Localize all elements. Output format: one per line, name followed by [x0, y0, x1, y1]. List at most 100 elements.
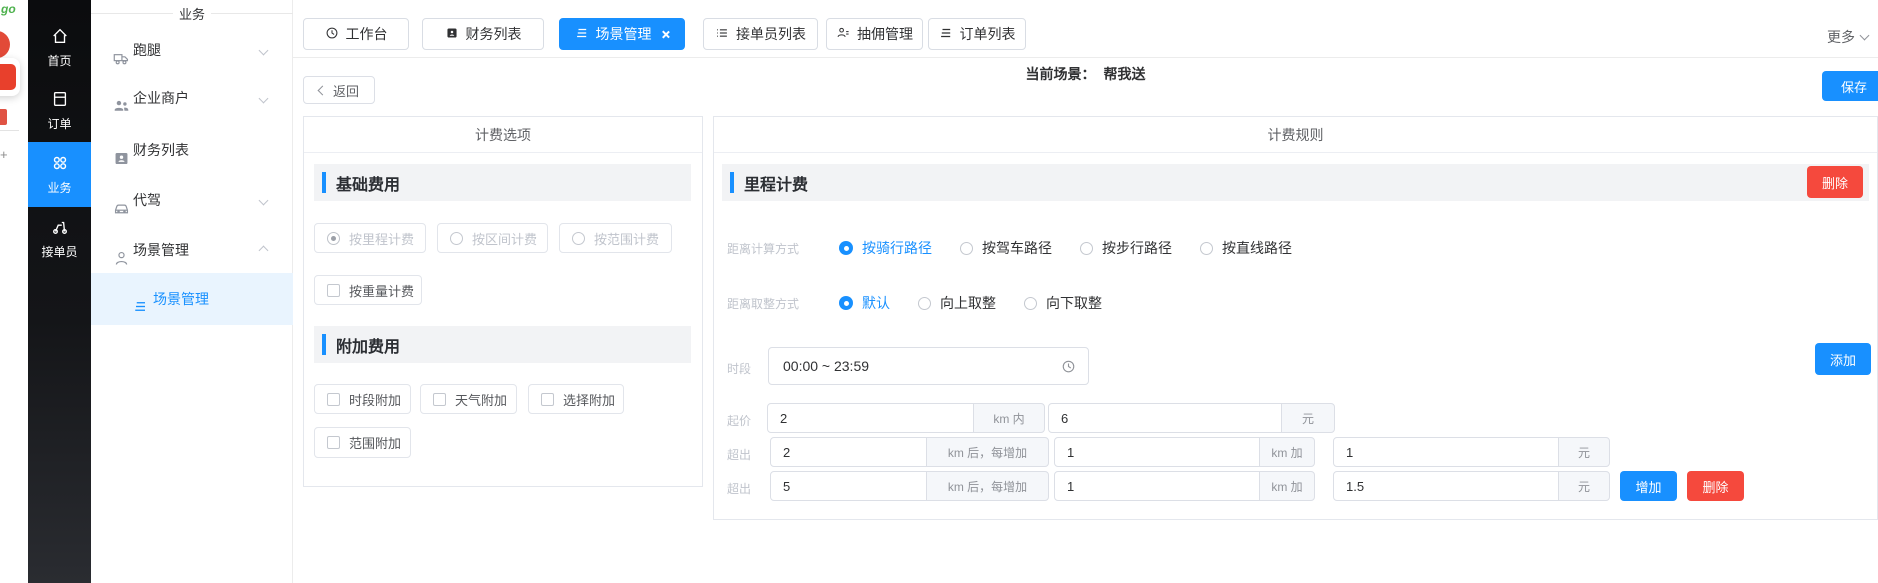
delete-section-button[interactable]: 删除 — [1807, 166, 1863, 198]
exceed-price-group: 元 — [1333, 471, 1610, 501]
checkbox-box-select-extra[interactable]: 选择附加 — [528, 384, 624, 414]
radio-option-round-down[interactable]: 向下取整 — [1024, 293, 1102, 313]
sidebar-item-orders[interactable]: 订单 — [28, 90, 91, 132]
tab-label: 财务列表 — [466, 24, 522, 44]
radio-option-straight-route[interactable]: 按直线路径 — [1200, 238, 1292, 258]
exceed-distance-group: km 后，每增加 — [770, 437, 1049, 467]
radio-icon — [960, 242, 973, 255]
menu-item-label: 场景管理 — [133, 240, 189, 260]
base-distance-input[interactable] — [767, 403, 974, 433]
radio-box-by-range[interactable]: 按范围计费 — [559, 223, 672, 253]
radio-option-default[interactable]: 默认 — [839, 293, 890, 313]
exceed-price-input[interactable] — [1333, 437, 1559, 467]
close-icon[interactable] — [661, 30, 670, 39]
document-icon — [51, 90, 69, 111]
fee-row-base: 起价 km 内 元 — [714, 403, 1877, 433]
tab-workbench[interactable]: 工作台 — [303, 18, 409, 50]
base-price-group: 元 — [1048, 403, 1335, 433]
checkbox-box-by-weight[interactable]: 按重量计费 — [314, 275, 422, 305]
chevron-down-icon — [259, 195, 269, 205]
unit-addon: 元 — [1558, 437, 1610, 467]
menu-item-errand[interactable]: 跑腿 — [91, 25, 293, 75]
partial-red-icon — [0, 31, 10, 58]
radio-selected-icon — [327, 232, 340, 245]
base-price-input[interactable] — [1048, 403, 1282, 433]
clock-icon — [1061, 359, 1076, 374]
chevron-left-icon — [318, 85, 328, 95]
menu-item-finance[interactable]: 财务列表 — [91, 125, 293, 175]
cropped-left-strip: go + — [0, 0, 28, 583]
fee-row-exceed-2: 超出 km 后，每增加 km 加 元 增加 删除 — [714, 471, 1877, 501]
partial-red-icon — [0, 64, 16, 90]
radio-option-riding-route[interactable]: 按骑行路径 — [839, 238, 932, 258]
sidebar-item-label: 业务 — [47, 179, 71, 196]
radio-icon — [918, 297, 931, 310]
unit-addon: km 后，每增加 — [926, 471, 1049, 501]
add-time-range-button[interactable]: 添加 — [1815, 343, 1871, 375]
radio-option-driving-route[interactable]: 按驾车路径 — [960, 238, 1052, 258]
radio-box-by-interval[interactable]: 按区间计费 — [437, 223, 548, 253]
divider — [91, 13, 173, 14]
tab-label: 场景管理 — [596, 24, 652, 44]
menu-item-label: 代驾 — [133, 190, 161, 210]
tab-finance-list[interactable]: 财务列表 — [422, 18, 544, 50]
more-menu-button[interactable]: 更多 — [1827, 27, 1868, 47]
primary-sidebar: 首页 订单 业务 接单员 — [28, 0, 91, 583]
menu-item-scene-management[interactable]: 场景管理 — [91, 225, 293, 275]
checkbox-box-time-extra[interactable]: 时段附加 — [314, 384, 411, 414]
tab-scene-management-active[interactable]: 场景管理 — [559, 18, 685, 50]
secondary-sidebar: 业务 跑腿 企业商户 财务列表 代驾 场景管理 场景管 — [91, 0, 293, 583]
exceed-price-group: 元 — [1333, 437, 1610, 467]
radio-option-walking-route[interactable]: 按步行路径 — [1080, 238, 1172, 258]
exceed-distance-input[interactable] — [770, 471, 927, 501]
tab-label: 工作台 — [346, 24, 388, 44]
checkbox-icon — [327, 284, 340, 297]
checkbox-box-weather-extra[interactable]: 天气附加 — [420, 384, 517, 414]
back-button[interactable]: 返回 — [303, 76, 375, 104]
menu-item-driving[interactable]: 代驾 — [91, 175, 293, 225]
exceed-distance-input[interactable] — [770, 437, 927, 467]
grid-icon — [51, 154, 69, 175]
checkbox-icon — [327, 393, 340, 406]
accent-bar — [322, 172, 326, 193]
add-tier-button[interactable]: 增加 — [1620, 471, 1677, 501]
tab-bar: 工作台 财务列表 场景管理 接单员列表 抽佣管理 订单列表 — [293, 0, 1878, 58]
sidebar-item-home[interactable]: 首页 — [28, 27, 91, 69]
fee-row-exceed-1: 超出 km 后，每增加 km 加 元 — [714, 437, 1877, 467]
chevron-down-icon — [259, 93, 269, 103]
tab-commission[interactable]: 抽佣管理 — [826, 18, 923, 50]
save-button[interactable]: 保存 — [1822, 71, 1878, 101]
tab-label: 接单员列表 — [736, 24, 806, 44]
radio-icon — [1200, 242, 1213, 255]
exceed-step-group: km 加 — [1054, 471, 1315, 501]
billing-rules-panel: 计费规则 里程计费 删除 距离计算方式 按骑行路径 按驾车路径 按步行路径 — [713, 116, 1878, 520]
menu-item-enterprise[interactable]: 企业商户 — [91, 73, 293, 123]
exceed-step-input[interactable] — [1054, 437, 1260, 467]
checkbox-icon — [433, 393, 446, 406]
panel-title: 计费选项 — [304, 117, 702, 153]
exceed-price-input[interactable] — [1333, 471, 1559, 501]
tab-courier-list[interactable]: 接单员列表 — [703, 18, 818, 50]
time-range-input[interactable] — [769, 348, 1088, 384]
submenu-item-scene-management-active[interactable]: 场景管理 — [91, 273, 293, 325]
radio-box-by-mileage[interactable]: 按里程计费 — [314, 223, 426, 253]
delete-tier-button[interactable]: 删除 — [1687, 471, 1744, 501]
scooter-icon — [51, 218, 69, 239]
billing-options-panel: 计费选项 基础费用 按里程计费 按区间计费 按范围计费 按重量计费 — [303, 116, 703, 487]
radio-option-round-up[interactable]: 向上取整 — [918, 293, 996, 313]
tab-order-list[interactable]: 订单列表 — [928, 18, 1026, 50]
list-icon — [715, 26, 729, 43]
sidebar-item-business[interactable]: 业务 — [28, 142, 91, 207]
exceed-step-input[interactable] — [1054, 471, 1260, 501]
section-header-extra-fee: 附加费用 — [314, 326, 691, 363]
sidebar-item-couriers[interactable]: 接单员 — [28, 218, 91, 260]
time-range-picker[interactable] — [768, 347, 1089, 385]
checkbox-box-range-extra[interactable]: 范围附加 — [314, 427, 411, 458]
exceed-distance-group: km 后，每增加 — [770, 471, 1049, 501]
current-scene: 当前场景： 帮我送 — [1026, 64, 1146, 84]
tab-label: 订单列表 — [960, 24, 1016, 44]
main-content: 工作台 财务列表 场景管理 接单员列表 抽佣管理 订单列表 — [293, 0, 1878, 583]
menu-item-label: 企业商户 — [133, 88, 189, 108]
row-label: 距离取整方式 — [727, 295, 805, 312]
fee-row-label: 超出 — [727, 446, 751, 463]
